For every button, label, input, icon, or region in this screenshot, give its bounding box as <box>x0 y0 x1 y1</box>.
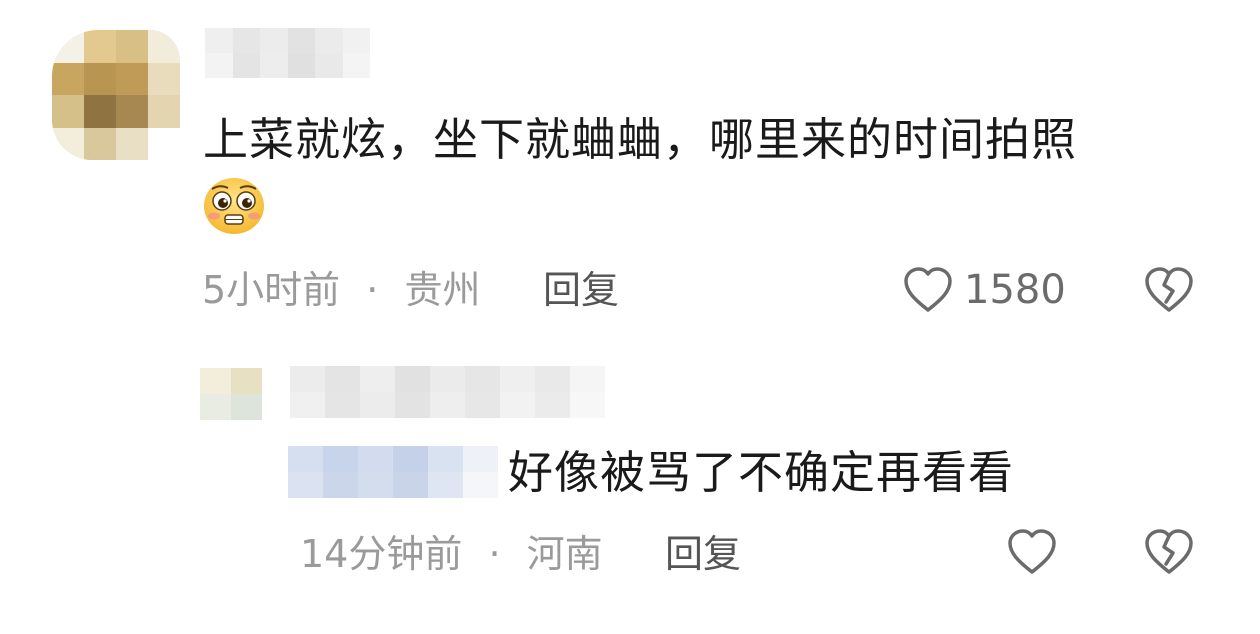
heart-icon[interactable] <box>902 266 954 314</box>
broken-heart-icon[interactable] <box>1143 266 1195 314</box>
reply-location: 河南 <box>526 532 603 576</box>
username[interactable] <box>205 28 370 78</box>
reply-time: 14分钟前 <box>300 532 463 576</box>
reply-text: 好像被骂了不确定再看看 <box>508 446 1015 499</box>
like-count: 1580 <box>964 267 1066 313</box>
meta-separator: · <box>366 268 379 312</box>
pleading-face-emoji-icon <box>204 178 264 234</box>
comment-location: 贵州 <box>404 268 481 312</box>
comment-thread: 上菜就炫，坐下就蛐蛐，哪里来的时间拍照 5小时前 · 贵州 回复 1580 好像… <box>0 0 1260 634</box>
reply-mention[interactable] <box>288 446 498 498</box>
reply-meta: 14分钟前 · 河南 <box>300 535 603 573</box>
reply-avatar[interactable] <box>200 368 262 420</box>
comment-time: 5小时前 <box>202 268 341 312</box>
avatar[interactable] <box>52 30 180 160</box>
reply-reply-button[interactable]: 回复 <box>665 535 741 573</box>
reply-button[interactable]: 回复 <box>543 271 619 309</box>
broken-heart-icon[interactable] <box>1143 528 1195 576</box>
comment-text: 上菜就炫，坐下就蛐蛐，哪里来的时间拍照 <box>203 113 1078 166</box>
meta-separator: · <box>488 532 501 576</box>
heart-icon[interactable] <box>1006 528 1058 576</box>
comment-meta: 5小时前 · 贵州 <box>202 271 480 309</box>
reply-username[interactable] <box>290 366 605 418</box>
